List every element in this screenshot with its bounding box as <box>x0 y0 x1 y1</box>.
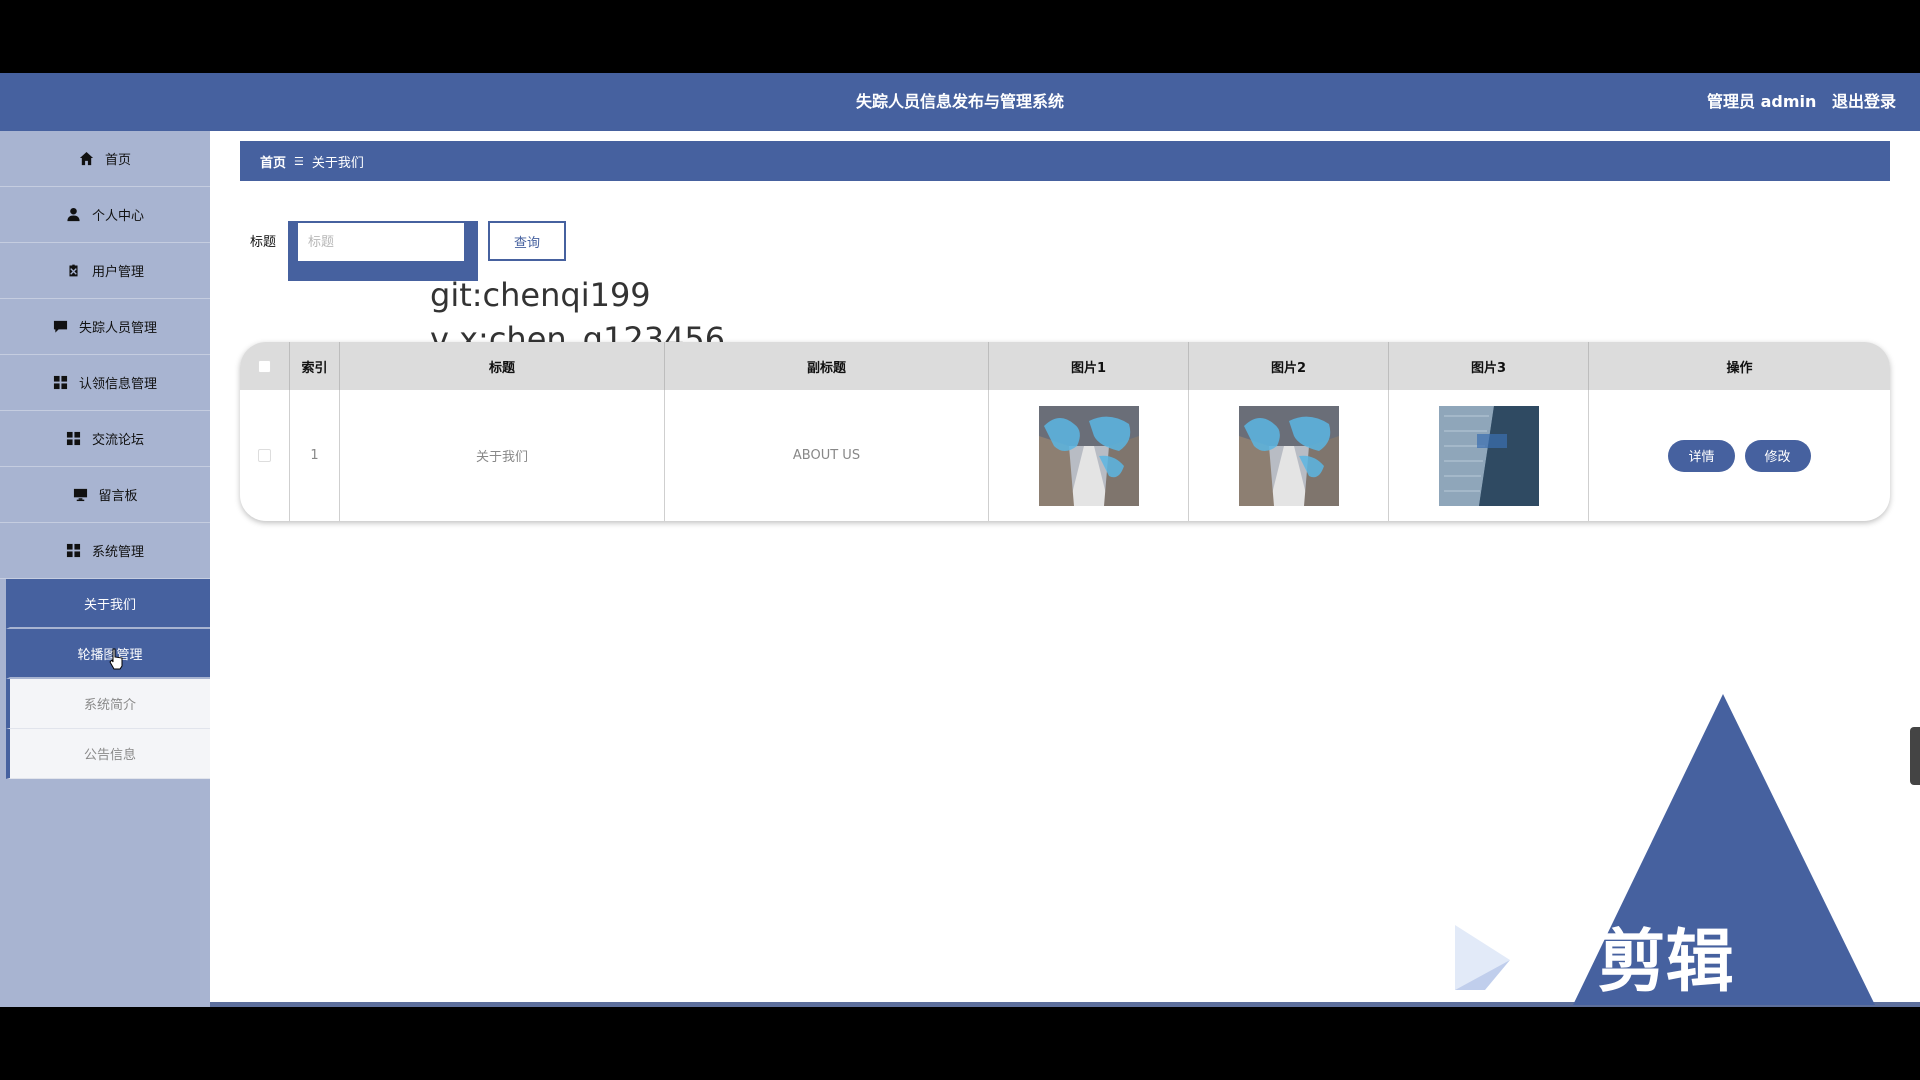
user-icon <box>66 207 82 223</box>
sidebar-item-label: 留言板 <box>98 489 138 504</box>
sidebar-item-label: 首页 <box>104 153 131 168</box>
sidebar-subitem-system-intro[interactable]: 系统简介 <box>6 679 210 729</box>
search-button[interactable]: 查询 <box>488 221 566 261</box>
sidebar-subitem-carousel[interactable]: 轮播图管理 <box>6 629 210 679</box>
sidebar-subitem-about-us[interactable]: 关于我们 <box>6 579 210 629</box>
screen: 失踪人员信息发布与管理系统 管理员 admin 退出登录 首页 个人中心 用户管… <box>0 0 1920 1080</box>
user-label: 管理员 admin <box>1707 92 1817 111</box>
cell-actions: 详情 修改 <box>1589 390 1890 521</box>
watermark-line-1: git:chenqi199 <box>430 276 651 314</box>
header-select-all-cell <box>240 342 290 390</box>
home-icon <box>79 151 95 167</box>
sidebar-item-home[interactable]: 首页 <box>0 131 210 187</box>
cell-image3 <box>1389 390 1589 521</box>
breadcrumb-separator-icon: ☰ <box>294 154 304 168</box>
cell-title: 关于我们 <box>340 390 665 521</box>
detail-button[interactable]: 详情 <box>1668 439 1735 472</box>
clipboard-icon <box>66 263 82 279</box>
column-header-image1: 图片1 <box>989 342 1189 390</box>
sidebar-item-profile[interactable]: 个人中心 <box>0 187 210 243</box>
sidebar-item-label: 认领信息管理 <box>78 377 157 392</box>
search-label: 标题 <box>250 235 277 250</box>
cell-index: 1 <box>290 390 340 521</box>
sidebar-item-system[interactable]: 系统管理 <box>0 523 210 579</box>
mouse-cursor-icon <box>109 648 123 670</box>
row-select-cell <box>240 390 290 521</box>
sidebar-item-claims[interactable]: 认领信息管理 <box>0 355 210 411</box>
cell-subtitle: ABOUT US <box>665 390 989 521</box>
column-header-image3: 图片3 <box>1389 342 1589 390</box>
column-header-image2: 图片2 <box>1189 342 1389 390</box>
sidebar-item-missing-persons[interactable]: 失踪人员管理 <box>0 299 210 355</box>
search-field-wrapper <box>288 221 478 281</box>
grid-icon <box>53 375 69 391</box>
sidebar-item-label: 用户管理 <box>91 265 144 280</box>
data-table: 索引 标题 副标题 图片1 图片2 图片3 操作 1 关于我们 ABOUT US <box>240 342 1890 521</box>
sidebar-item-message-board[interactable]: 留言板 <box>0 467 210 523</box>
grid-icon <box>66 543 82 559</box>
row-checkbox[interactable] <box>258 449 271 462</box>
breadcrumb-home[interactable]: 首页 <box>260 152 286 171</box>
sidebar-item-forum[interactable]: 交流论坛 <box>0 411 210 467</box>
sidebar-item-label: 失踪人员管理 <box>78 321 157 336</box>
monitor-icon <box>72 487 88 503</box>
sidebar-subitem-announcements[interactable]: 公告信息 <box>6 729 210 779</box>
column-header-title: 标题 <box>340 342 665 390</box>
search-input[interactable] <box>298 223 464 261</box>
column-header-subtitle: 副标题 <box>665 342 989 390</box>
editor-watermark-logo: V剪辑 <box>1455 694 1875 1005</box>
warehouse-map-image[interactable] <box>1038 405 1139 506</box>
table-header-row: 索引 标题 副标题 图片1 图片2 图片3 操作 <box>240 342 1890 390</box>
app-title: 失踪人员信息发布与管理系统 <box>855 92 1064 111</box>
select-all-checkbox[interactable] <box>258 359 271 373</box>
building-about-image[interactable] <box>1438 405 1539 506</box>
sidebar-item-users[interactable]: 用户管理 <box>0 243 210 299</box>
cell-image1 <box>989 390 1189 521</box>
sidebar-item-label: 系统管理 <box>91 545 144 560</box>
sidebar-item-label: 个人中心 <box>91 209 144 224</box>
chat-icon <box>53 319 69 335</box>
top-header: 失踪人员信息发布与管理系统 管理员 admin 退出登录 <box>0 73 1920 131</box>
table-row: 1 关于我们 ABOUT US 详情 修改 <box>240 390 1890 521</box>
column-header-actions: 操作 <box>1726 360 1753 376</box>
grid-icon <box>66 431 82 447</box>
edit-button[interactable]: 修改 <box>1744 439 1811 472</box>
brand-text: V剪辑 <box>1545 923 1734 1002</box>
sidebar: 首页 个人中心 用户管理 失踪人员管理 认领信息管理 交流论坛 留言板 系统管理… <box>0 131 210 1007</box>
warehouse-map-image[interactable] <box>1238 405 1339 506</box>
breadcrumb-current: 关于我们 <box>311 155 364 171</box>
cell-image2 <box>1189 390 1389 521</box>
breadcrumb: 首页 ☰ 关于我们 <box>240 141 1890 181</box>
sidebar-item-label: 交流论坛 <box>91 433 144 448</box>
header-user-area: 管理员 admin 退出登录 <box>1697 73 1896 131</box>
logout-link[interactable]: 退出登录 <box>1832 92 1896 111</box>
column-header-index: 索引 <box>290 342 340 390</box>
side-scroll-handle[interactable] <box>1910 727 1920 785</box>
